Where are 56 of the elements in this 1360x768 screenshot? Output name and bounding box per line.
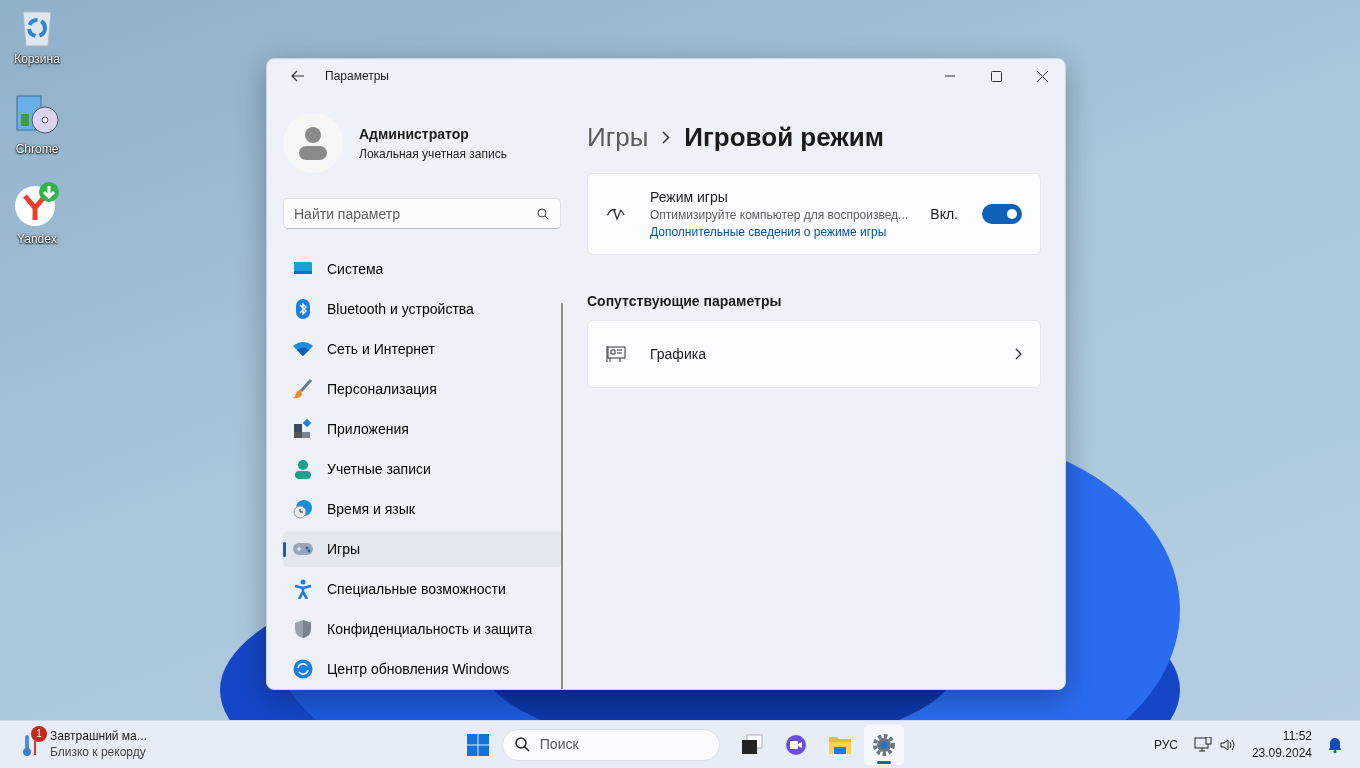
chevron-right-icon xyxy=(662,130,671,144)
task-view-icon xyxy=(739,732,764,757)
wifi-icon xyxy=(293,339,313,359)
setting-description: Оптимизируйте компьютер для воспроизвед... xyxy=(650,206,910,223)
more-info-link[interactable]: Дополнительные сведения о режиме игры xyxy=(650,224,887,239)
network-icon[interactable] xyxy=(1193,736,1212,753)
apps-grid-icon xyxy=(293,419,313,439)
taskbar-search-field[interactable]: Поиск xyxy=(501,728,720,761)
accessibility-icon xyxy=(293,579,313,599)
nav-item[interactable]: Система xyxy=(283,251,562,287)
page-title: Игровой режим xyxy=(684,120,884,154)
widget-subtitle: Близко к рекорду xyxy=(50,744,147,761)
account-type: Локальная учетная запись xyxy=(359,145,507,163)
nav-item[interactable]: Специальные возможности xyxy=(283,571,562,607)
nav-item[interactable]: Bluetooth и устройства xyxy=(283,291,562,327)
back-arrow-icon xyxy=(291,70,305,82)
gear-icon xyxy=(871,732,896,757)
clock-globe-icon xyxy=(293,499,313,519)
account-name: Администратор xyxy=(359,124,470,144)
graphics-setting-row[interactable]: Графика xyxy=(587,320,1041,388)
notification-badge: 1 xyxy=(31,725,47,742)
video-chat-icon xyxy=(783,732,808,757)
weather-widget[interactable]: 1 Завтрашний ма... Близко к рекорду xyxy=(20,728,147,761)
toggle-switch[interactable] xyxy=(982,204,1022,224)
sync-icon xyxy=(293,659,313,679)
bell-icon[interactable] xyxy=(1328,736,1342,753)
close-icon xyxy=(1036,70,1048,82)
language-indicator[interactable]: РУС xyxy=(1153,735,1178,754)
nav-item[interactable]: Игры xyxy=(283,531,562,567)
paintbrush-icon xyxy=(293,379,313,399)
shield-icon xyxy=(293,619,313,639)
chevron-right-icon xyxy=(1015,348,1022,360)
nav-item[interactable]: Персонализация xyxy=(283,371,562,407)
window-title: Параметры xyxy=(325,68,389,85)
search-field[interactable]: Найти параметр xyxy=(283,198,561,229)
search-icon xyxy=(514,737,530,752)
breadcrumb-link[interactable]: Игры xyxy=(587,117,649,157)
clock-time[interactable]: 11:52 xyxy=(1251,728,1312,745)
maximize-icon xyxy=(990,70,1002,82)
section-heading: Сопутствующие параметры xyxy=(587,292,783,311)
minimize-icon xyxy=(945,75,955,77)
nav-item[interactable]: Учетные записи xyxy=(283,451,562,487)
setting-title: Режим игры xyxy=(650,187,729,207)
graphics-card-icon xyxy=(606,345,626,363)
clock-date[interactable]: 23.09.2024 xyxy=(1251,744,1312,761)
windows-logo-icon xyxy=(466,733,489,756)
toggle-state-label: Вкл. xyxy=(930,204,958,224)
browser-logo-icon xyxy=(13,180,61,228)
search-icon xyxy=(537,208,549,220)
widget-title: Завтрашний ма... xyxy=(50,728,147,745)
setting-title: Графика xyxy=(650,344,707,364)
nav-item[interactable]: Приложения xyxy=(283,411,562,447)
speaker-icon[interactable] xyxy=(1219,737,1236,752)
bluetooth-icon xyxy=(293,299,313,319)
scrollbar[interactable] xyxy=(561,303,563,689)
person-icon xyxy=(293,459,313,479)
